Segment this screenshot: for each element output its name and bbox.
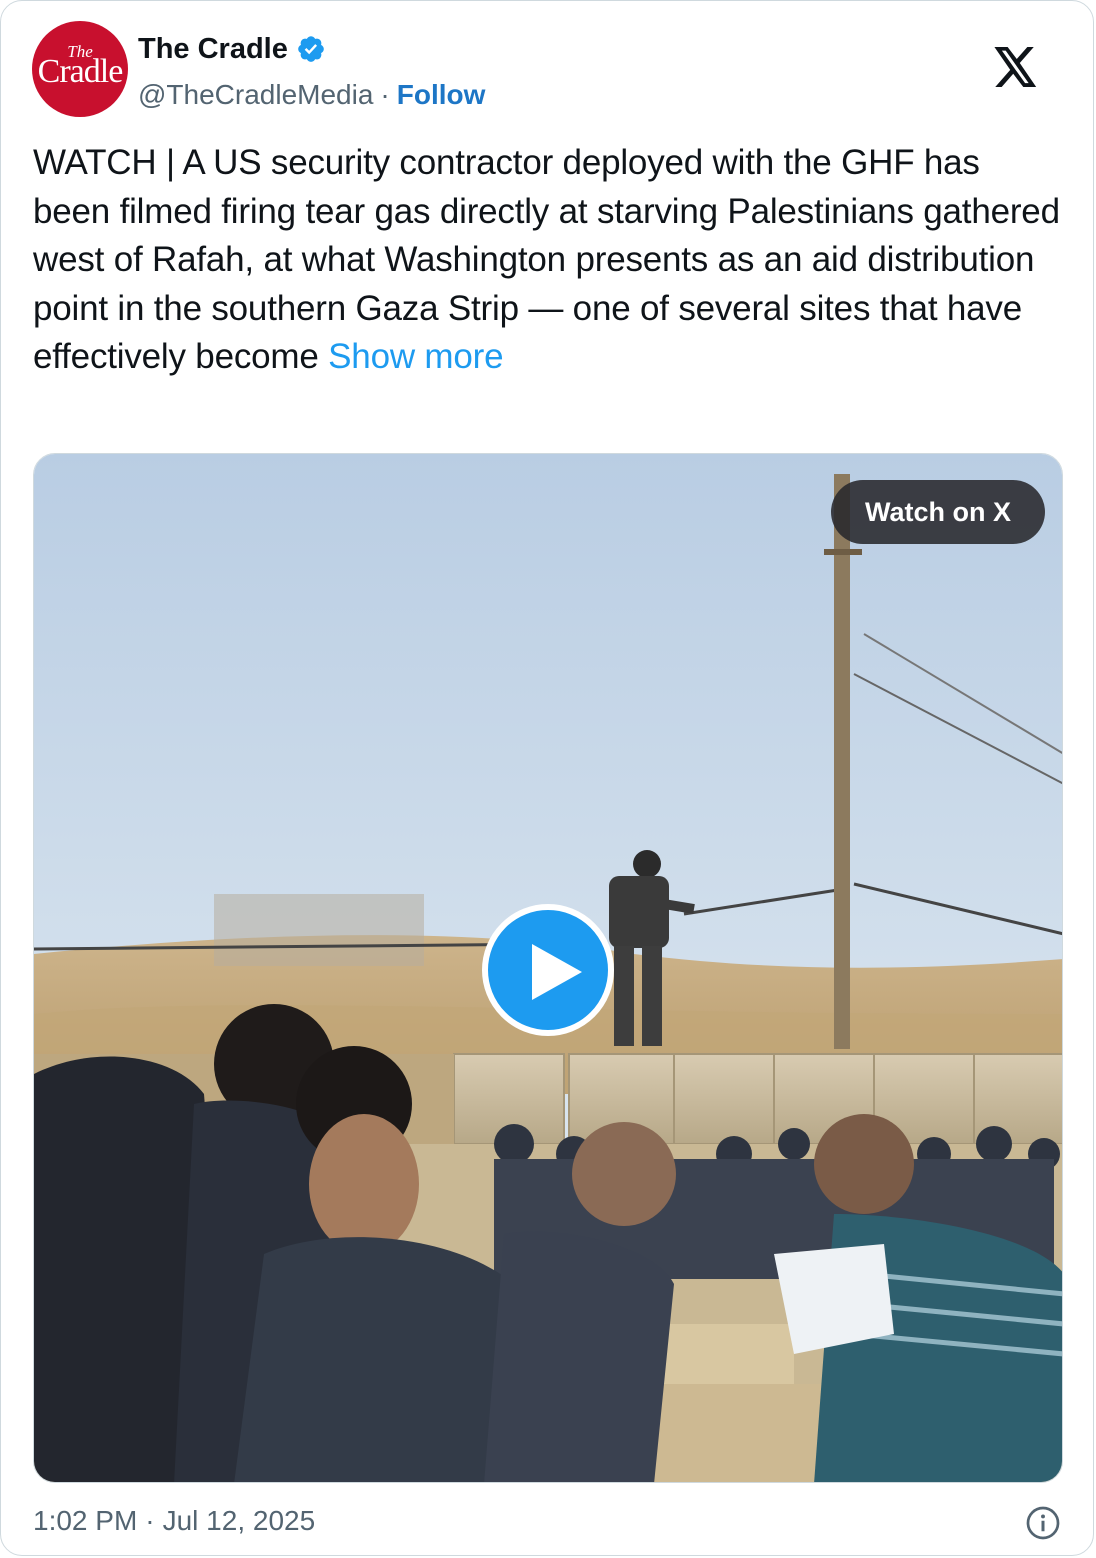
tweet-card[interactable]: The Cradle The Cradle @TheCradleMedia · …: [0, 0, 1094, 1556]
tweet-body: WATCH | A US security contractor deploye…: [33, 143, 1060, 376]
show-more-link[interactable]: Show more: [328, 337, 503, 376]
verified-badge-icon: [298, 36, 324, 62]
separator-dot: ·: [145, 1505, 155, 1536]
watch-on-x-button[interactable]: Watch on X: [831, 480, 1045, 544]
timestamp[interactable]: 1:02 PM · Jul 12, 2025: [33, 1505, 315, 1537]
avatar-logo-big: Cradle: [37, 53, 124, 90]
author-display-name[interactable]: The Cradle: [138, 33, 288, 66]
video-player[interactable]: Watch on X: [33, 453, 1063, 1483]
timestamp-date: Jul 12, 2025: [162, 1505, 316, 1536]
play-icon: [532, 944, 582, 1000]
x-logo-icon[interactable]: [994, 47, 1038, 87]
separator-dot: ·: [380, 79, 390, 110]
follow-button[interactable]: Follow: [397, 79, 486, 111]
info-icon[interactable]: [1025, 1505, 1061, 1541]
author-name-row: The Cradle: [138, 31, 326, 67]
tweet-footer: 1:02 PM · Jul 12, 2025: [33, 1501, 1063, 1545]
tweet-header: The Cradle The Cradle @TheCradleMedia · …: [32, 21, 1072, 121]
tweet-text: WATCH | A US security contractor deploye…: [33, 139, 1063, 382]
author-handle-row: @TheCradleMedia · Follow: [138, 77, 485, 113]
avatar[interactable]: The Cradle: [32, 21, 128, 117]
timestamp-time: 1:02 PM: [33, 1505, 138, 1536]
play-button[interactable]: [482, 904, 614, 1036]
author-handle[interactable]: @TheCradleMedia: [138, 79, 373, 111]
